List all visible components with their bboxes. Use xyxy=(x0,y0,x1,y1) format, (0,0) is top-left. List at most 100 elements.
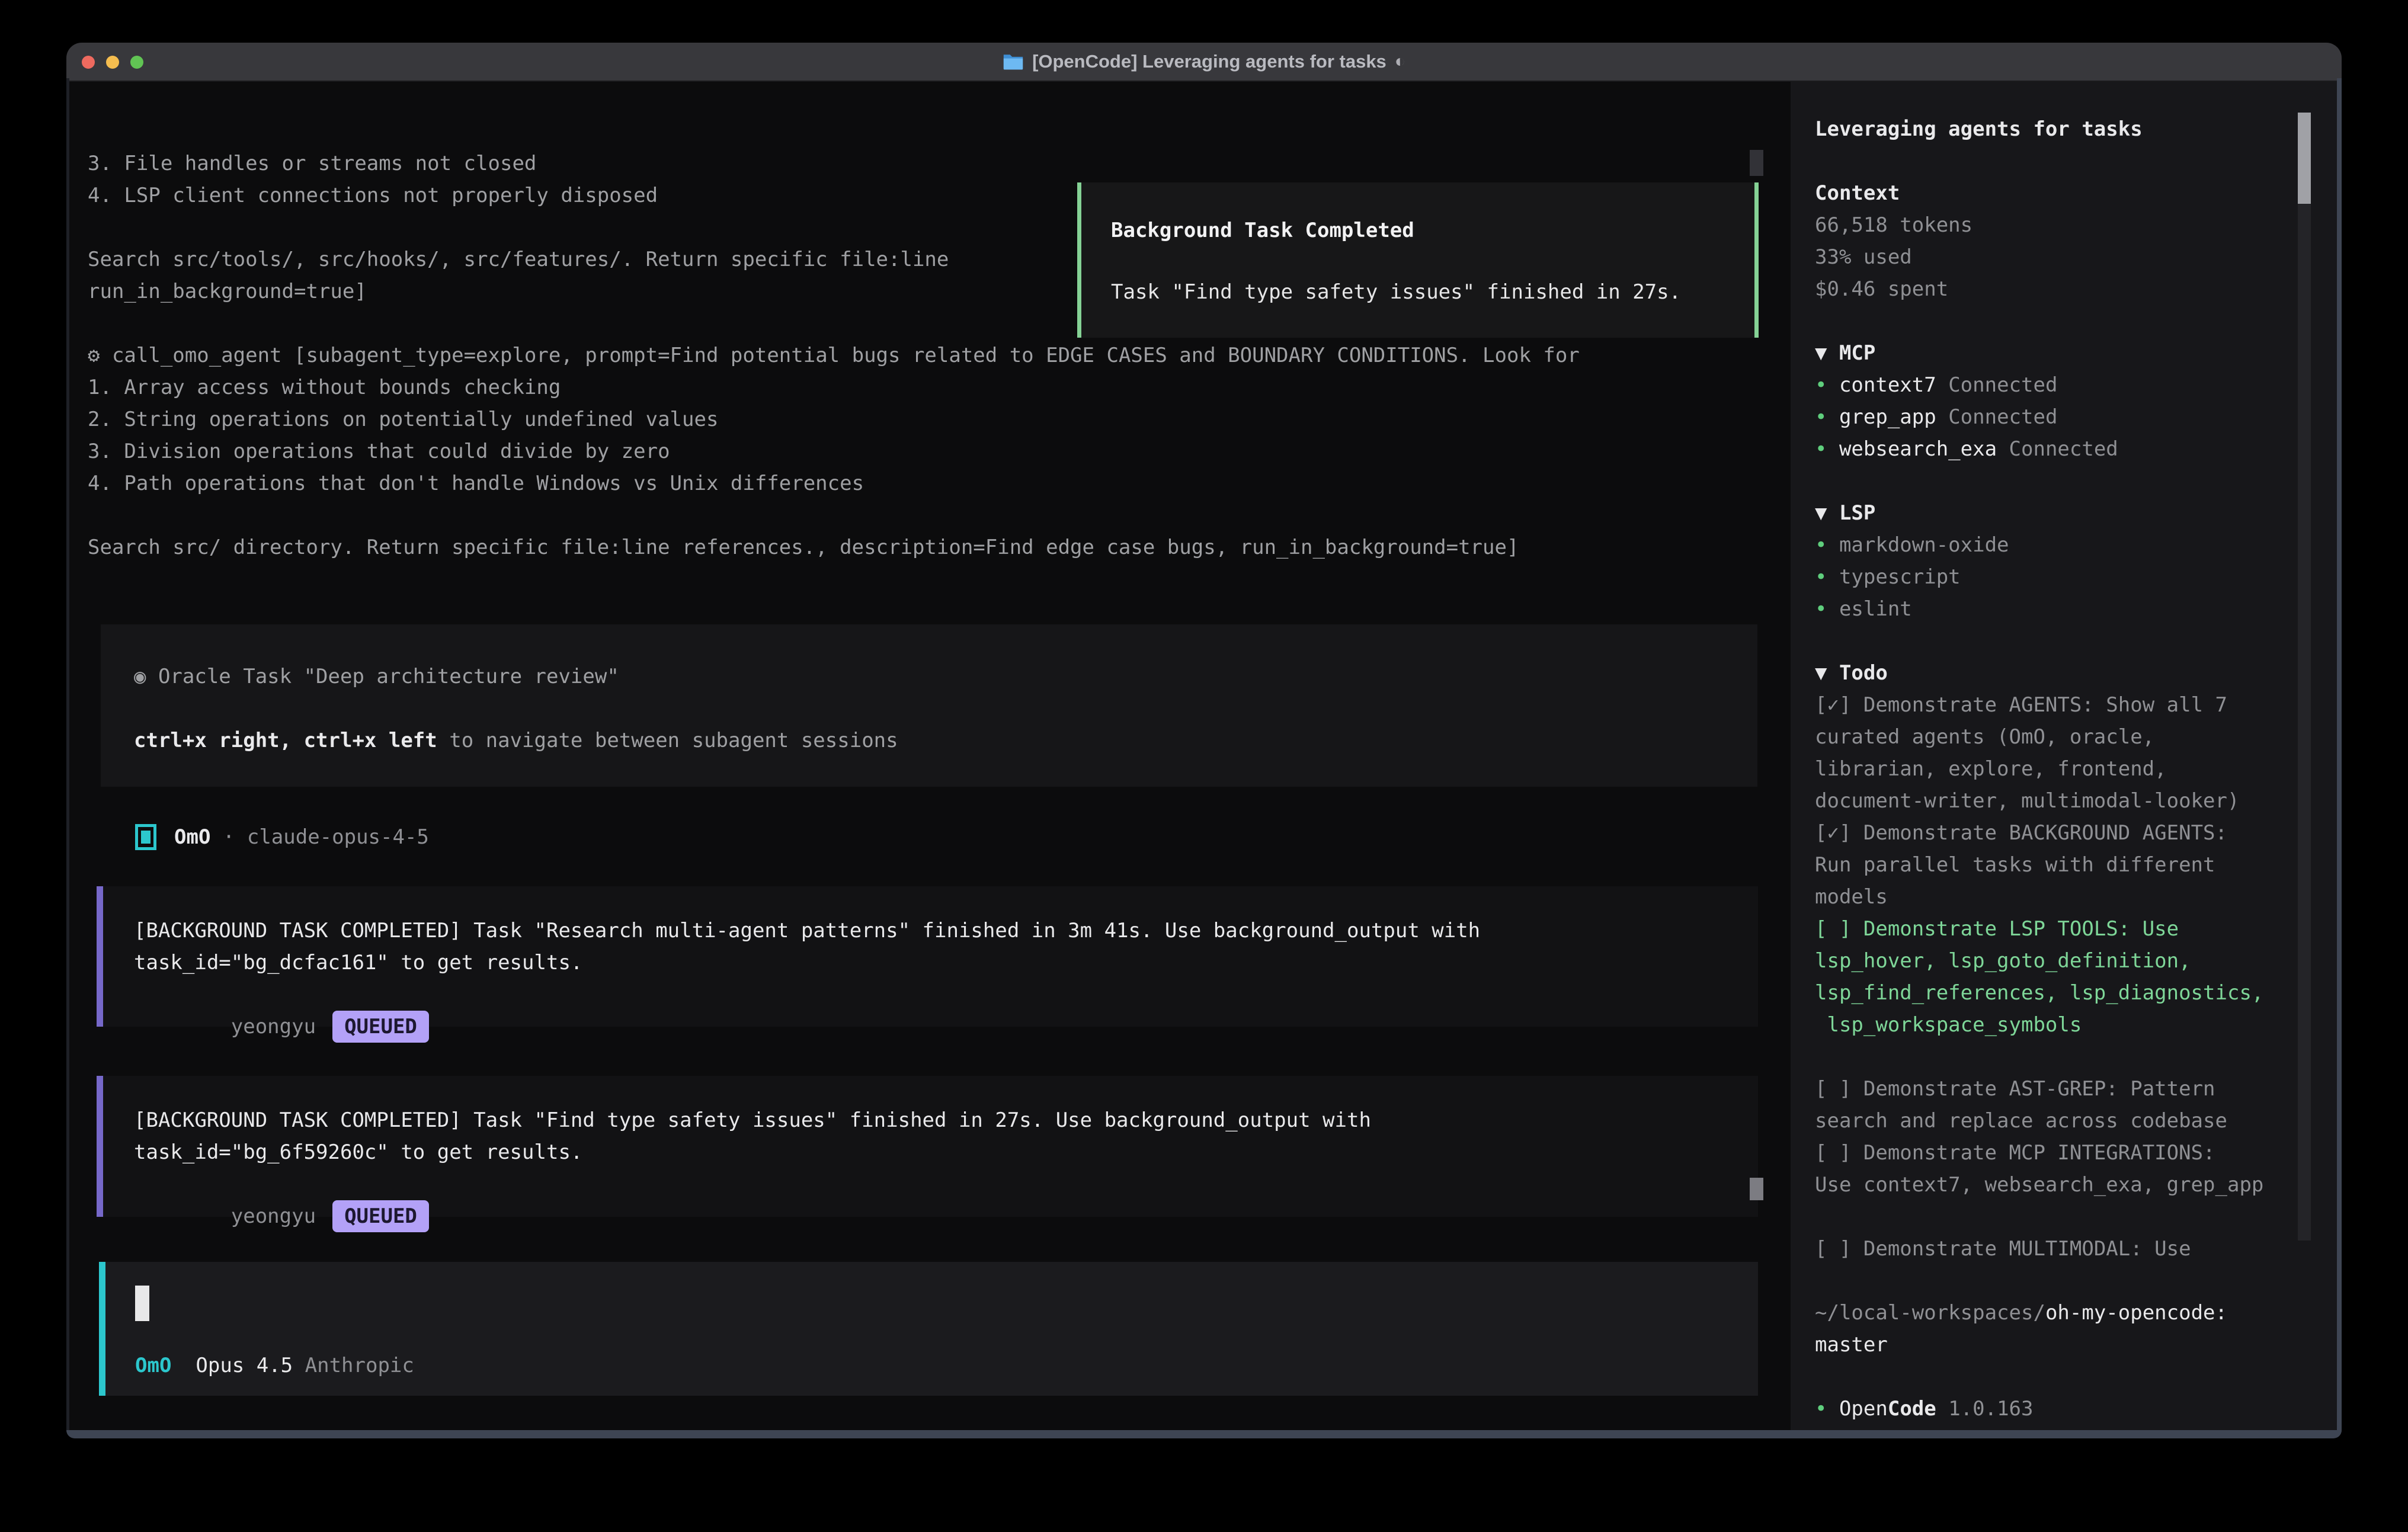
sidebar-section-lsp[interactable]: ▼ LSP xyxy=(1815,497,2337,529)
text-segment: 66,518 tokens xyxy=(1815,213,1972,237)
checkbox-unchecked-icon: [ ] xyxy=(1815,917,1863,941)
text-segment: Opus 4.5 xyxy=(196,1354,293,1377)
oracle-subagent-block: ◉ Oracle Task "Deep architecture review"… xyxy=(101,624,1757,787)
text-segment: models xyxy=(1815,885,1888,909)
transcript-line: 1. Array access without bounds checking xyxy=(88,371,1763,403)
gear-icon: ⚙ xyxy=(88,344,112,367)
toast-body: Task "Find type safety issues" finished … xyxy=(1111,276,1754,308)
text-segment: Demonstrate MULTIMODAL: Use xyxy=(1863,1237,2191,1261)
window-right-edge xyxy=(2337,78,2342,1438)
text-segment: librarian, explore, frontend, xyxy=(1815,757,2167,781)
text-cursor xyxy=(135,1286,149,1321)
bullet-dot-icon: • xyxy=(1815,1397,1839,1421)
text-segment: 3. Division operations that could divide… xyxy=(88,440,670,463)
bullet-dot-icon: • xyxy=(1815,565,1839,589)
task-author: yeongyu xyxy=(231,1015,316,1039)
sidebar-todo-line: [ ] Demonstrate AST-GREP: Pattern xyxy=(1815,1073,2337,1105)
task-author-row: yeongyuQUEUED xyxy=(134,1168,1758,1200)
sidebar-todo-line: document-writer, multimodal-looker) xyxy=(1815,785,2337,817)
model-selector-row[interactable]: OmO Opus 4.5 Anthropic xyxy=(135,1350,414,1382)
sidebar-section-mcp[interactable]: ▼ MCP xyxy=(1815,337,2337,369)
window-title: [OpenCode] Leveraging agents for tasks ◐ xyxy=(1003,51,1405,72)
bullet-dot-icon: • xyxy=(1815,373,1839,397)
sidebar-section-todo[interactable]: ▼ Todo xyxy=(1815,657,2337,689)
text-segment: Search src/ directory. Return specific f… xyxy=(88,536,1519,559)
sidebar-todo-line: lsp_find_references, lsp_diagnostics, xyxy=(1815,977,2337,1009)
text-segment: $0.46 spent xyxy=(1815,277,1948,301)
text-segment: ~/local-workspaces/ xyxy=(1815,1301,2045,1325)
text-segment: Todo xyxy=(1839,661,1888,685)
sidebar-line xyxy=(1815,1041,2337,1073)
sidebar-mcp-item: • context7 Connected xyxy=(1815,369,2337,401)
text-segment: markdown-oxide xyxy=(1839,533,2009,557)
oracle-line: ◉ Oracle Task "Deep architecture review" xyxy=(134,661,1757,693)
sidebar-mcp-item: • grep_app Connected xyxy=(1815,401,2337,433)
window-left-edge xyxy=(66,78,69,1438)
text-segment: 4. Path operations that don't handle Win… xyxy=(88,472,864,495)
text-segment: document-writer, multimodal-looker) xyxy=(1815,789,2239,813)
window-bottom-edge xyxy=(66,1430,2342,1438)
record-icon: ◉ xyxy=(134,665,158,688)
text-segment: lsp_hover, lsp_goto_definition, xyxy=(1815,949,2191,973)
sidebar-todo-line: lsp_hover, lsp_goto_definition, xyxy=(1815,945,2337,977)
text-segment: Connected xyxy=(1936,373,2058,397)
text-segment: Connected xyxy=(1997,437,2118,461)
close-window-button[interactable] xyxy=(82,56,95,69)
text-segment: MCP xyxy=(1839,341,1875,365)
sidebar-line xyxy=(1815,625,2337,657)
sidebar-todo-line: Use context7, websearch_exa, grep_app xyxy=(1815,1169,2337,1201)
bullet-dot-icon: • xyxy=(1815,533,1839,557)
text-segment: run_in_background=true] xyxy=(88,280,367,303)
status-badge: QUEUED xyxy=(332,1011,429,1043)
prompt-input[interactable]: OmO Opus 4.5 Anthropic xyxy=(99,1262,1758,1396)
app-window: [OpenCode] Leveraging agents for tasks ◐… xyxy=(66,43,2342,1438)
text-segment: Open xyxy=(1839,1397,1888,1421)
checkbox-checked-icon: [✓] xyxy=(1815,821,1863,845)
sidebar-lsp-item: • typescript xyxy=(1815,561,2337,593)
text-segment: task_id="bg_6f59260c" to get results. xyxy=(134,1140,582,1164)
sidebar-todo-line: [ ] Demonstrate LSP TOOLS: Use xyxy=(1815,913,2337,945)
text-segment: curated agents (OmO, oracle, xyxy=(1815,725,2154,749)
collapse-triangle-icon: ▼ xyxy=(1815,501,1839,525)
text-segment: grep_app xyxy=(1839,405,1936,429)
main-scrollbar-marker[interactable] xyxy=(1750,1178,1763,1200)
transcript-line: 4. Path operations that don't handle Win… xyxy=(88,467,1763,499)
sidebar-lsp-item: • markdown-oxide xyxy=(1815,529,2337,561)
background-task-toast[interactable]: Background Task Completed Task "Find typ… xyxy=(1077,182,1759,338)
sidebar-todo-line: curated agents (OmO, oracle, xyxy=(1815,721,2337,753)
oracle-line: ctrl+x right, ctrl+x left to navigate be… xyxy=(134,725,1757,757)
text-segment: Demonstrate AST-GREP: Pattern xyxy=(1863,1077,2215,1101)
half-moon-icon: ◐ xyxy=(1395,52,1405,72)
sidebar-todo-line: [✓] Demonstrate AGENTS: Show all 7 xyxy=(1815,689,2337,721)
sidebar-app-version: • OpenCode 1.0.163 xyxy=(1815,1393,2337,1425)
sidebar-context-row: 33% used xyxy=(1815,241,2337,273)
sidebar-todo-line: [✓] Demonstrate BACKGROUND AGENTS: xyxy=(1815,817,2337,849)
sidebar-scrollbar-thumb[interactable] xyxy=(2298,113,2311,204)
text-segment: lsp_workspace_symbols xyxy=(1815,1013,2082,1037)
sidebar-scrollbar-track[interactable] xyxy=(2298,113,2311,1241)
agent-omo-icon xyxy=(135,824,156,850)
zoom-window-button[interactable] xyxy=(130,56,143,69)
text-segment: ctrl+x right, ctrl+x left xyxy=(134,729,437,752)
text-segment: eslint xyxy=(1839,597,1912,621)
agent-session-header[interactable]: OmO · claude-opus-4-5 xyxy=(135,821,429,853)
text-segment: search and replace across codebase xyxy=(1815,1109,2227,1133)
text-segment: Oracle Task "Deep architecture review" xyxy=(158,665,619,688)
text-segment: Demonstrate MCP INTEGRATIONS: xyxy=(1863,1141,2215,1165)
text-segment: lsp_find_references, lsp_diagnostics, xyxy=(1815,981,2263,1005)
main-scrollbar-thumb[interactable] xyxy=(1750,150,1763,176)
text-segment: task_id="bg_dcfac161" to get results. xyxy=(134,951,582,975)
text-segment: OmO xyxy=(174,825,210,849)
task-message-text: [BACKGROUND TASK COMPLETED] Task "Resear… xyxy=(134,915,1758,979)
sidebar-workspace-path: ~/local-workspaces/oh-my-opencode: xyxy=(1815,1297,2337,1329)
text-segment: Run parallel tasks with different xyxy=(1815,853,2215,877)
text-segment: typescript xyxy=(1839,565,1961,589)
text-segment: 1.0.163 xyxy=(1936,1397,2034,1421)
checkbox-unchecked-icon: [ ] xyxy=(1815,1077,1863,1101)
text-segment: call_omo_agent [subagent_type=explore, p… xyxy=(112,344,1580,367)
titlebar: [OpenCode] Leveraging agents for tasks ◐ xyxy=(66,43,2342,82)
text-segment: Demonstrate LSP TOOLS: Use xyxy=(1863,917,2179,941)
minimize-window-button[interactable] xyxy=(106,56,119,69)
text-segment: Leveraging agents for tasks xyxy=(1815,117,2143,141)
text-segment: 33% used xyxy=(1815,245,1912,269)
